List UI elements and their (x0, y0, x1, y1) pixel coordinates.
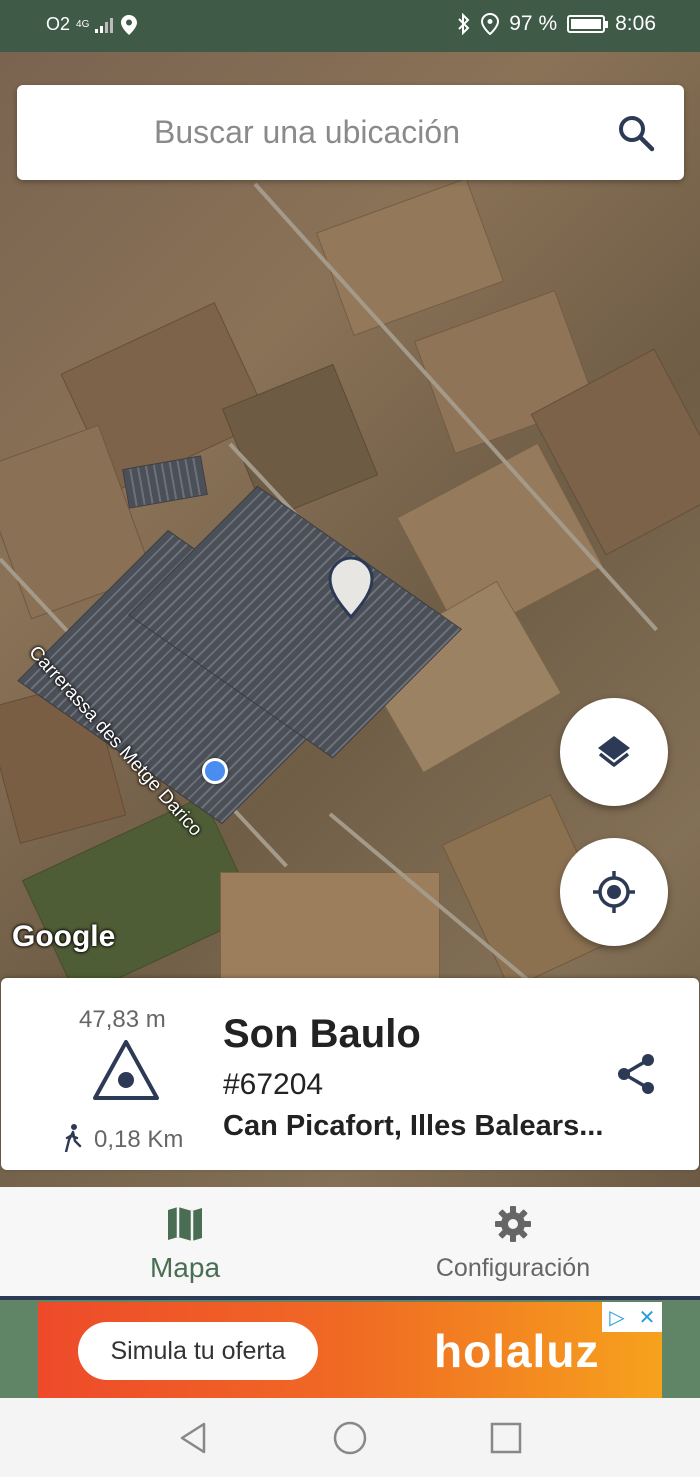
location-outline-icon (481, 13, 500, 35)
status-left: O2 4G (46, 14, 138, 35)
system-navigation-bar (0, 1398, 700, 1477)
ad-cta-button[interactable]: Simula tu oferta (78, 1322, 318, 1380)
layers-icon (598, 736, 630, 767)
status-bar: O2 4G 97 % 8:06 (0, 0, 700, 52)
walking-icon (64, 1124, 82, 1152)
map-field (316, 177, 504, 337)
share-icon[interactable] (614, 1052, 658, 1096)
gear-icon (495, 1206, 531, 1242)
nav-label-settings: Configuración (435, 1254, 591, 1282)
search-icon[interactable] (616, 113, 656, 153)
signal-icon (95, 17, 114, 33)
ad-choices[interactable]: ▷ ✕ (602, 1302, 662, 1332)
place-title: Son Baulo (223, 1012, 421, 1056)
place-location: Can Picafort, Illes Balears... (223, 1110, 604, 1142)
bottom-navigation: Mapa Configuración (0, 1188, 700, 1298)
battery-percent: 97 % (509, 12, 558, 35)
bluetooth-icon (458, 13, 470, 35)
search-input[interactable] (17, 85, 597, 180)
layers-button[interactable] (560, 698, 668, 806)
ad-brand-logo: holaluz (434, 1325, 600, 1377)
elevation-label: 47,83 m (79, 1006, 166, 1033)
back-icon[interactable] (176, 1420, 212, 1456)
status-right: 97 % 8:06 (457, 12, 656, 36)
clock: 8:06 (615, 12, 656, 35)
crosshair-icon (593, 871, 635, 913)
recents-icon[interactable] (488, 1420, 524, 1456)
map-icon (168, 1207, 202, 1241)
map-pin-icon[interactable] (328, 557, 374, 619)
ad-choices-icon[interactable]: ▷ (602, 1302, 632, 1332)
distance-label: 0,18 Km (94, 1126, 184, 1153)
nav-item-settings[interactable]: Configuración (410, 1188, 616, 1298)
ad-close-icon[interactable]: ✕ (632, 1302, 662, 1332)
nav-item-map[interactable]: Mapa (110, 1188, 260, 1298)
place-info-card[interactable]: 47,83 m 0,18 Km Son Baulo #67204 Can Pic… (1, 978, 699, 1170)
ad-banner[interactable]: Simula tu oferta holaluz ▷ ✕ (38, 1302, 662, 1398)
battery-icon (567, 15, 609, 33)
ad-strip: Simula tu oferta holaluz ▷ ✕ (0, 1300, 700, 1398)
google-attribution: Google (12, 920, 116, 953)
nav-label-map: Mapa (149, 1252, 221, 1283)
home-icon[interactable] (332, 1420, 368, 1456)
network-type: 4G (76, 19, 90, 30)
place-id: #67204 (223, 1068, 324, 1101)
user-location-dot (202, 758, 228, 784)
carrier-label: O2 (46, 14, 71, 34)
location-status-icon (121, 14, 138, 35)
search-bar (17, 85, 684, 180)
my-location-button[interactable] (560, 838, 668, 946)
summit-triangle-icon (93, 1040, 159, 1100)
